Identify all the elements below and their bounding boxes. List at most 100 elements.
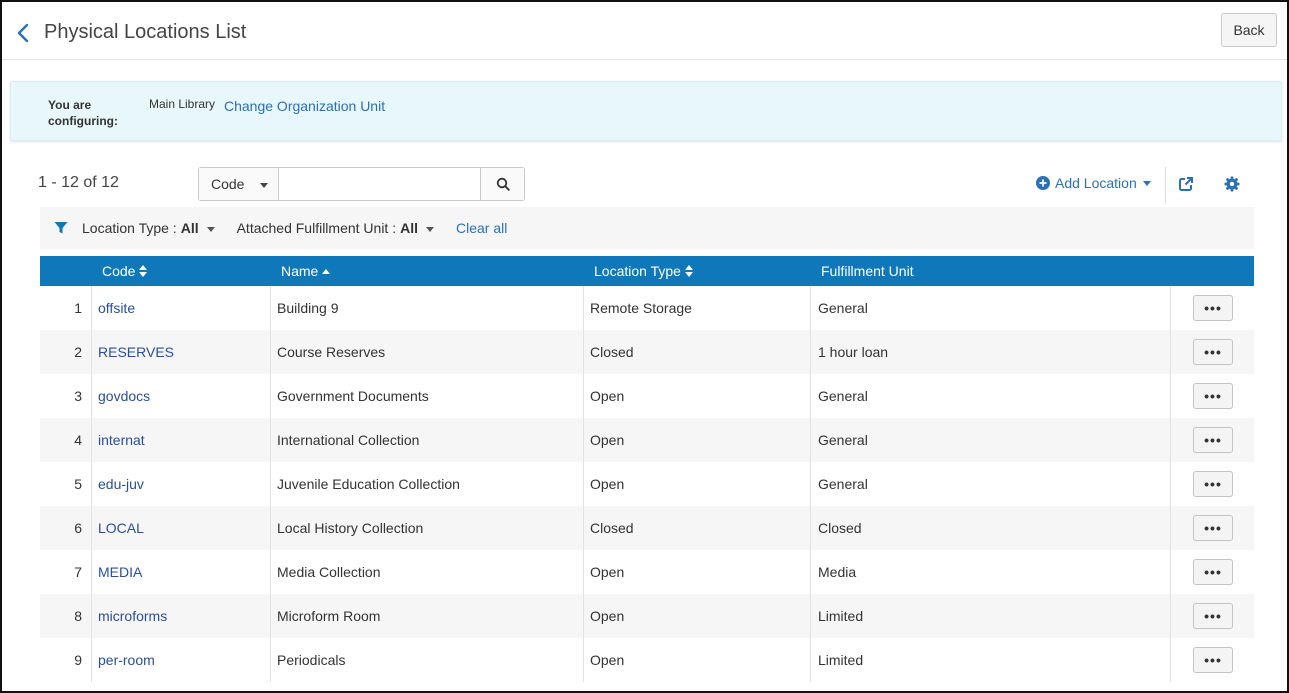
config-label: You are configuring: xyxy=(48,98,118,128)
location-type-filter[interactable]: Location Type : All xyxy=(82,220,215,236)
row-number: 2 xyxy=(74,344,82,360)
row-number: 9 xyxy=(74,652,82,668)
location-type: Open xyxy=(590,432,625,448)
row-actions-button[interactable]: ••• xyxy=(1193,471,1233,497)
back-chevron-icon[interactable] xyxy=(14,22,32,44)
table-row: 1 offsite Building 9 Remote Storage Gene… xyxy=(40,286,1254,330)
fulfillment-unit: General xyxy=(818,432,868,448)
location-type: Remote Storage xyxy=(590,300,692,316)
app-window: Physical Locations List Back You are con… xyxy=(0,0,1289,693)
location-name: Media Collection xyxy=(277,564,381,580)
location-code-link[interactable]: RESERVES xyxy=(98,330,174,374)
config-banner: You are configuring: Main Library Change… xyxy=(10,81,1282,141)
sort-icon xyxy=(684,265,693,277)
location-code-link[interactable]: edu-juv xyxy=(98,462,144,506)
table-row: 4 internat International Collection Open… xyxy=(40,418,1254,462)
column-header-fulfillment-unit: Fulfillment Unit xyxy=(821,263,914,279)
row-number: 6 xyxy=(74,520,82,536)
location-name: Microform Room xyxy=(277,608,381,624)
row-actions-button[interactable]: ••• xyxy=(1193,515,1233,541)
row-actions-button[interactable]: ••• xyxy=(1193,603,1233,629)
row-actions-button[interactable]: ••• xyxy=(1193,295,1233,321)
row-number: 5 xyxy=(74,476,82,492)
config-org-unit: Main Library xyxy=(149,97,216,111)
location-type: Open xyxy=(590,652,625,668)
row-actions-button[interactable]: ••• xyxy=(1193,559,1233,585)
table-row: 5 edu-juv Juvenile Education Collection … xyxy=(40,462,1254,506)
location-code-link[interactable]: govdocs xyxy=(98,374,150,418)
location-type: Closed xyxy=(590,520,634,536)
column-header-label: Code xyxy=(102,263,136,279)
table-row: 9 per-room Periodicals Open Limited ••• xyxy=(40,638,1254,682)
location-code-link[interactable]: offsite xyxy=(98,286,135,330)
fulfillment-unit: 1 hour loan xyxy=(818,344,889,360)
toolbar-divider xyxy=(1165,167,1166,203)
location-name: Course Reserves xyxy=(277,344,386,360)
row-number: 3 xyxy=(74,388,82,404)
location-name: Government Documents xyxy=(277,388,429,404)
add-location-button[interactable]: Add Location xyxy=(1036,175,1151,191)
page-title: Physical Locations List xyxy=(44,21,247,43)
back-button[interactable]: Back xyxy=(1221,13,1277,47)
table-row: 7 MEDIA Media Collection Open Media ••• xyxy=(40,550,1254,594)
fulfillment-unit: Limited xyxy=(818,652,864,668)
export-icon[interactable] xyxy=(1178,176,1194,192)
change-org-unit-link[interactable]: Change Organization Unit xyxy=(224,98,385,114)
location-code-link[interactable]: microforms xyxy=(98,594,167,638)
location-type: Closed xyxy=(590,344,634,360)
clear-all-link[interactable]: Clear all xyxy=(456,220,507,236)
column-header-name[interactable]: Name xyxy=(281,263,331,279)
page-header: Physical Locations List Back xyxy=(2,2,1287,60)
add-location-label: Add Location xyxy=(1055,175,1137,191)
chevron-down-icon xyxy=(206,227,215,232)
search-button[interactable] xyxy=(480,168,524,200)
column-header-code[interactable]: Code xyxy=(102,263,148,279)
fulfillment-unit: General xyxy=(818,476,868,492)
location-code-link[interactable]: LOCAL xyxy=(98,506,144,550)
table-header: Code Name Location Type Fulfillment Unit xyxy=(40,256,1254,286)
search-field-select[interactable]: Code xyxy=(199,168,279,200)
location-code-link[interactable]: per-room xyxy=(98,638,155,682)
column-header-label: Location Type xyxy=(594,263,681,279)
location-code-link[interactable]: MEDIA xyxy=(98,550,142,594)
column-header-location-type[interactable]: Location Type xyxy=(594,263,693,279)
chevron-down-icon xyxy=(260,183,268,188)
search-field-label: Code xyxy=(211,176,245,192)
table-row: 8 microforms Microform Room Open Limited… xyxy=(40,594,1254,638)
fulfillment-unit-filter-value: All xyxy=(400,220,418,236)
plus-circle-icon xyxy=(1036,176,1050,190)
sort-icon xyxy=(139,265,148,277)
row-number: 8 xyxy=(74,608,82,624)
row-actions-button[interactable]: ••• xyxy=(1193,647,1233,673)
table-row: 6 LOCAL Local History Collection Closed … xyxy=(40,506,1254,550)
table-row: 3 govdocs Government Documents Open Gene… xyxy=(40,374,1254,418)
row-actions-button[interactable]: ••• xyxy=(1193,339,1233,365)
location-name: International Collection xyxy=(277,432,420,448)
column-header-label: Fulfillment Unit xyxy=(821,263,914,279)
fulfillment-unit: Closed xyxy=(818,520,862,536)
search-input[interactable] xyxy=(279,168,480,200)
location-type-filter-label: Location Type : xyxy=(82,220,177,236)
fulfillment-unit-filter-label: Attached Fulfillment Unit : xyxy=(236,220,397,236)
table-body: 1 offsite Building 9 Remote Storage Gene… xyxy=(40,286,1254,682)
location-name: Local History Collection xyxy=(277,520,424,536)
table-row: 2 RESERVES Course Reserves Closed 1 hour… xyxy=(40,330,1254,374)
location-code-link[interactable]: internat xyxy=(98,418,145,462)
location-type: Open xyxy=(590,564,625,580)
row-actions-button[interactable]: ••• xyxy=(1193,427,1233,453)
row-actions-button[interactable]: ••• xyxy=(1193,383,1233,409)
location-name: Juvenile Education Collection xyxy=(277,476,460,492)
fulfillment-unit: Limited xyxy=(818,608,864,624)
fulfillment-unit: General xyxy=(818,300,868,316)
fulfillment-unit-filter[interactable]: Attached Fulfillment Unit : All xyxy=(237,220,434,236)
fulfillment-unit: Media xyxy=(818,564,857,580)
row-number: 1 xyxy=(74,300,82,316)
search-group: Code xyxy=(198,167,525,201)
filter-icon[interactable] xyxy=(54,221,68,235)
locations-table: Code Name Location Type Fulfillment Unit… xyxy=(40,256,1254,682)
location-type: Open xyxy=(590,388,625,404)
location-type-filter-value: All xyxy=(180,220,199,236)
sort-ascending-icon xyxy=(322,268,331,274)
gear-icon[interactable] xyxy=(1224,176,1240,192)
column-header-label: Name xyxy=(281,263,319,279)
